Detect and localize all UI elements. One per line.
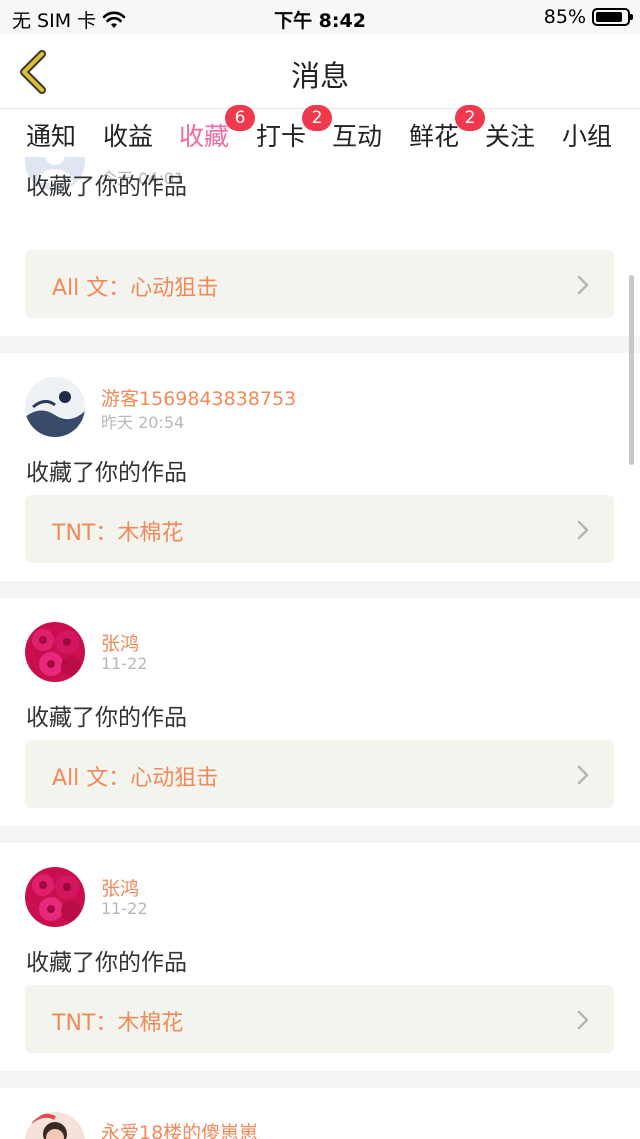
avatar[interactable] — [25, 1112, 85, 1139]
chevron-right-icon — [577, 765, 589, 785]
message-time: 11-22 — [101, 899, 148, 918]
message-action: 收藏了你的作品 — [26, 705, 187, 731]
tab-following[interactable]: 关注 — [485, 117, 535, 153]
battery-fill — [596, 12, 622, 22]
message-card[interactable]: 张鸿 11-22 收藏了你的作品 TNT：木棉花 — [0, 843, 640, 1071]
message-card[interactable]: 永爱18楼的傻崽崽 — [0, 1088, 640, 1139]
tab-label: 互动 — [332, 122, 383, 151]
work-link[interactable]: TNT：木棉花 — [25, 985, 614, 1053]
tab-interactions[interactable]: 互动 — [332, 117, 382, 153]
tab-label: 收益 — [103, 122, 154, 151]
work-title: TNT：木棉花 — [52, 521, 184, 546]
status-right: 85% — [543, 6, 633, 28]
chevron-right-icon — [577, 520, 589, 540]
tab-label: 通知 — [26, 122, 77, 151]
avatar[interactable] — [25, 622, 85, 682]
battery-icon — [592, 8, 633, 26]
tab-label: 关注 — [485, 122, 536, 151]
tab-groups[interactable]: 小组 — [562, 117, 612, 153]
message-card[interactable]: 游客1569843838753 昨天 20:54 收藏了你的作品 TNT：木棉花 — [0, 353, 640, 581]
work-title: All 文：心动狙击 — [52, 276, 219, 301]
tab-favorites[interactable]: 收藏 6 — [179, 105, 255, 160]
username[interactable]: 永爱18楼的傻崽崽 — [101, 1118, 258, 1139]
avatar[interactable] — [25, 377, 85, 437]
user-avatar-icon — [25, 1112, 85, 1139]
tab-badge: 6 — [225, 105, 255, 131]
work-title: TNT：木棉花 — [52, 1011, 184, 1036]
chevron-right-icon — [577, 1010, 589, 1030]
tab-label: 鲜花 — [409, 122, 460, 151]
roses-avatar-icon — [25, 622, 85, 682]
message-time: 昨天 20:54 — [101, 413, 185, 432]
tab-checkin[interactable]: 打卡 2 — [256, 105, 332, 153]
tab-label: 打卡 — [256, 122, 307, 151]
message-time: 11-22 — [101, 654, 148, 673]
work-link[interactable]: All 文：心动狙击 — [25, 250, 614, 318]
message-list[interactable]: 今天 04:01 收藏了你的作品 All 文：心动狙击 游客1569843838… — [0, 157, 640, 1139]
message-action: 收藏了你的作品 — [26, 174, 187, 200]
message-action: 收藏了你的作品 — [26, 460, 187, 486]
message-card[interactable]: 张鸿 11-22 收藏了你的作品 All 文：心动狙击 — [0, 598, 640, 826]
scrollbar[interactable] — [629, 275, 634, 465]
message-action: 收藏了你的作品 — [26, 950, 187, 976]
navigation-bar: 消息 — [0, 34, 640, 109]
work-title: All 文：心动狙击 — [52, 766, 219, 791]
avatar[interactable] — [25, 867, 85, 927]
chevron-right-icon — [577, 275, 589, 295]
battery-percent: 85% — [543, 6, 586, 28]
work-link[interactable]: TNT：木棉花 — [25, 495, 614, 563]
page-title: 消息 — [290, 59, 349, 93]
tab-notifications[interactable]: 通知 — [26, 117, 76, 153]
roses-avatar-icon — [25, 867, 85, 927]
message-tabs: 通知 收益 收藏 6 打卡 2 互动 鲜花 2 关注 小组 — [0, 105, 640, 160]
message-card[interactable]: 今天 04:01 收藏了你的作品 All 文：心动狙击 — [0, 157, 640, 336]
user-avatar-icon — [25, 377, 85, 437]
tab-badge: 2 — [302, 105, 332, 131]
username[interactable]: 张鸿 — [101, 629, 139, 656]
tab-label: 收藏 — [179, 122, 230, 151]
username[interactable]: 张鸿 — [101, 874, 139, 901]
tab-flowers[interactable]: 鲜花 2 — [409, 105, 485, 153]
tab-label: 小组 — [562, 122, 613, 151]
username[interactable]: 游客1569843838753 — [101, 384, 296, 411]
tab-badge: 2 — [455, 105, 485, 131]
tab-earnings[interactable]: 收益 — [103, 117, 153, 153]
status-bar: 无 SIM 卡 下午 8:42 85% — [0, 0, 640, 34]
work-link[interactable]: All 文：心动狙击 — [25, 740, 614, 808]
